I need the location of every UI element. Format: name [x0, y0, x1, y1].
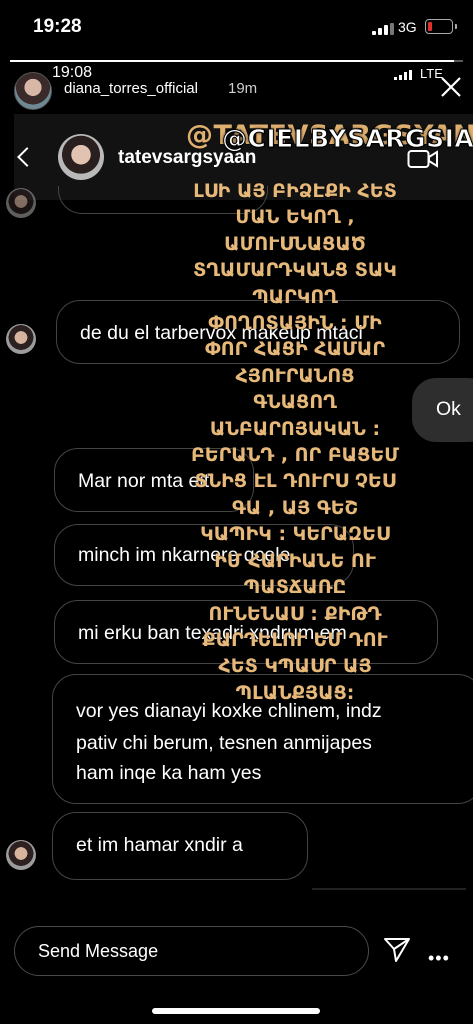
home-indicator[interactable] — [152, 1008, 320, 1014]
sticker-line: ՓՈՐ ՀԱՑԻ ՀԱՄԱՐ — [204, 338, 386, 361]
sticker-line: ԼՍԻ ԱՅ ԲԻՁԷՔԻ ՀԵՏ — [193, 180, 397, 202]
more-options-icon[interactable]: ••• — [428, 948, 450, 969]
sticker-line: ՀՅՈՒՐԱՆՈՑ — [235, 364, 355, 387]
status-time: 19:28 — [33, 16, 82, 37]
story-age: 19m — [228, 80, 258, 97]
sticker-line: ՏՂԱՄԱՐԴԿԱՆՑ ՏԱԿ — [193, 259, 397, 282]
sticker-line: ԻՄ ՀԱՐԻԱՆԵ ՈՒ — [214, 549, 376, 572]
sticker-line: ՀԵՏ ԿՊԱՍՐ ԱՅ — [218, 655, 372, 678]
cellular-signal-icon — [372, 23, 394, 35]
sticker-line: ԱՆԲԱՐՈՅԱԿԱՆ : — [209, 417, 381, 440]
sticker-mention-front[interactable]: @CIELBYSARGSIAN — [222, 124, 473, 154]
network-type: 3G — [398, 19, 417, 35]
story-progress-bar — [10, 60, 463, 62]
sender-avatar[interactable] — [6, 324, 36, 354]
sticker-line: ԳԱ , ԱՅ ԳԵՇ — [231, 496, 359, 519]
sticker-line: ՊԱՏՃԱՌԸ — [243, 576, 347, 599]
battery-icon — [425, 19, 457, 34]
partial-bubble-edge — [312, 888, 466, 890]
message-text: et im hamar xndir a — [76, 834, 243, 856]
story-author-avatar[interactable] — [14, 72, 52, 110]
send-icon[interactable] — [383, 936, 411, 964]
sticker-line: ՏՆԻՑ ԷԼ ԴՈՒՐՍ ՉԵՍ — [194, 470, 396, 493]
sticker-line: ՔԱՐԴԵԼՈՒ ԵՄ ԴՈՒ — [202, 628, 388, 651]
sticker-line: ԲԵՐԱՆԴ , ՈՐ ԲԱՑԵՄ — [190, 444, 400, 467]
sticker-line: ՄԱՆ ԵԿՈՂ , — [235, 206, 355, 229]
screenshot-signal-icon — [394, 70, 414, 80]
back-chevron-icon[interactable] — [17, 147, 37, 167]
sticker-line: ԳՆԱՑՈՂ — [253, 391, 337, 414]
message-text-line: pativ chi berum, tesnen anmijapes — [76, 732, 372, 754]
sender-avatar[interactable] — [6, 840, 36, 870]
dm-avatar[interactable] — [58, 134, 104, 180]
sticker-line: ՊԼԱՆՔՅԱՑ: — [235, 681, 355, 704]
story-author-name[interactable]: diana_torres_official — [64, 80, 198, 97]
close-icon[interactable] — [440, 76, 462, 98]
sticker-line: ԱՄՈՒՍՆԱՑԱԾ — [224, 232, 366, 255]
sticker-line: ՈՒՆԵՆԱՍ : ՔԻԹԴ — [208, 602, 382, 625]
message-text-line: ham inqe ka ham yes — [76, 762, 262, 784]
send-message-placeholder: Send Message — [38, 941, 159, 961]
sender-avatar[interactable] — [6, 188, 36, 218]
sticker-line: ՊԱՐԿՈՂ — [252, 285, 338, 308]
sticker-line: ՓՈՂՈՏԱՅԻՆ : ՄԻ — [208, 312, 382, 335]
sticker-text-overlay: ԼՍԻ ԱՅ ԲԻՁԷՔԻ ՀԵՏ ՄԱՆ ԵԿՈՂ , ԱՄՈՒՍՆԱՑԱԾ ՏՂԱ… — [150, 178, 440, 706]
sticker-line: ԿԱՊԻԿ : ԿԵՐԱԶԵՍ — [200, 523, 390, 546]
